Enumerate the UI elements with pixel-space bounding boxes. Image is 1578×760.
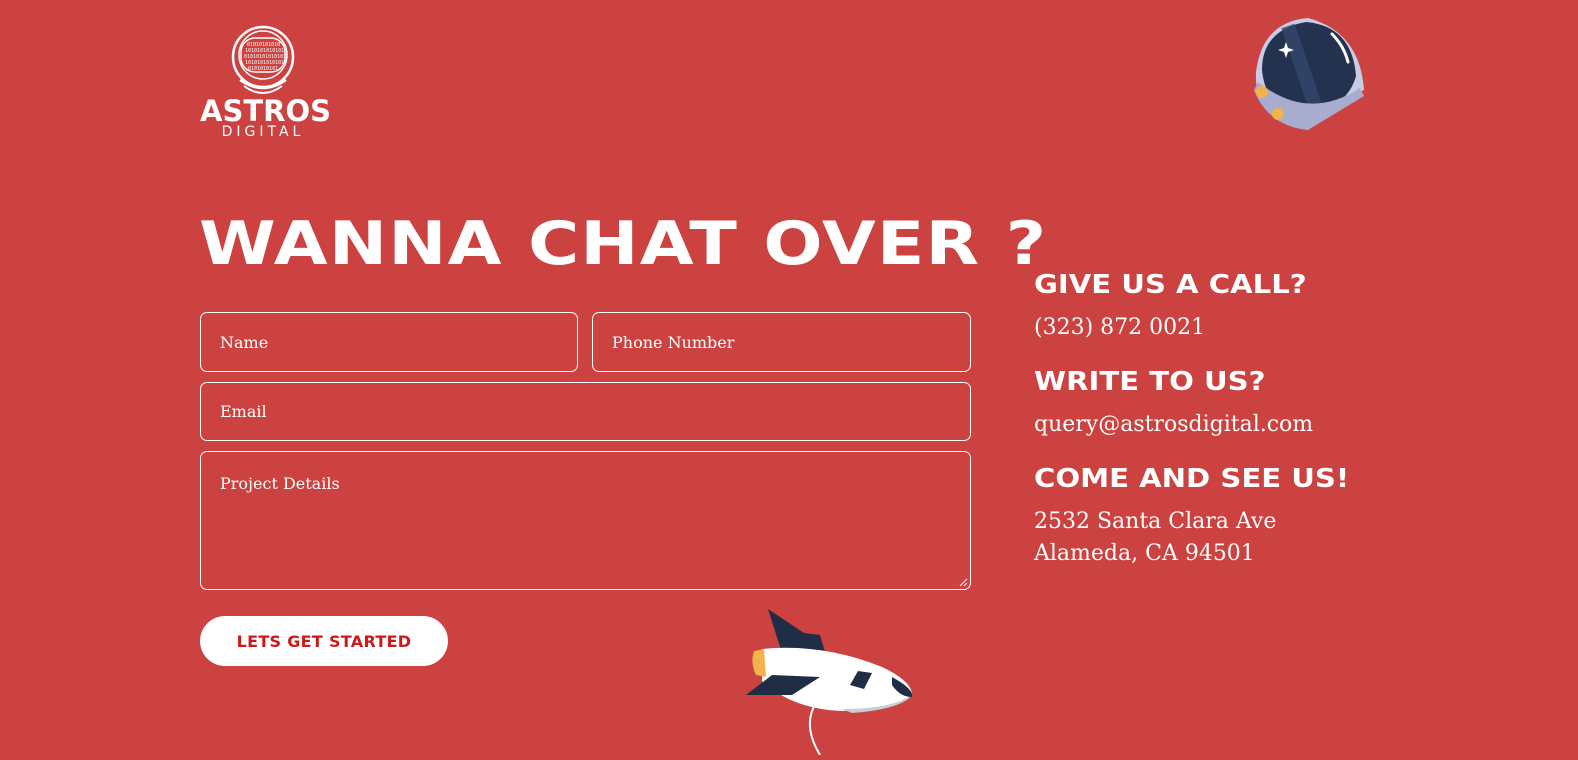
- name-placeholder: Name: [220, 332, 269, 352]
- phone-number-field[interactable]: Phone Number: [592, 312, 971, 372]
- rocket-illustration: [742, 605, 918, 759]
- resize-grip-icon[interactable]: [958, 577, 968, 587]
- name-field[interactable]: Name: [200, 312, 578, 372]
- page-title: WANNA CHAT OVER ?: [199, 209, 1048, 279]
- phone-placeholder: Phone Number: [612, 332, 735, 352]
- space-helmet-icon: [1254, 18, 1364, 130]
- email-placeholder: Email: [220, 402, 267, 421]
- address-line-2: Alameda, CA 94501: [1034, 541, 1255, 566]
- project-details-textarea[interactable]: Project Details: [200, 451, 971, 590]
- project-details-placeholder: Project Details: [220, 474, 340, 493]
- email-link[interactable]: query@astrosdigital.com: [1034, 409, 1313, 441]
- visit-heading: COME AND SEE US!: [1034, 464, 1350, 494]
- email-field[interactable]: Email: [200, 382, 971, 441]
- address-line-1: 2532 Santa Clara Ave: [1034, 509, 1277, 534]
- astronaut-helmet-logo-icon: 01010101010 1010101010101 01010101010101…: [231, 25, 295, 94]
- brand-name: ASTROS: [200, 94, 331, 128]
- rocket-icon: [746, 609, 913, 756]
- phone-link[interactable]: (323) 872 0021: [1034, 312, 1205, 344]
- call-heading: GIVE US A CALL?: [1034, 270, 1307, 300]
- brand-logo[interactable]: 01010101010 1010101010101 01010101010101…: [200, 24, 331, 139]
- write-heading: WRITE TO US?: [1034, 367, 1266, 397]
- space-helmet-illustration: [1248, 12, 1368, 138]
- lets-get-started-button[interactable]: LETS GET STARTED: [200, 616, 448, 666]
- svg-text:0101010101: 0101010101: [248, 66, 278, 72]
